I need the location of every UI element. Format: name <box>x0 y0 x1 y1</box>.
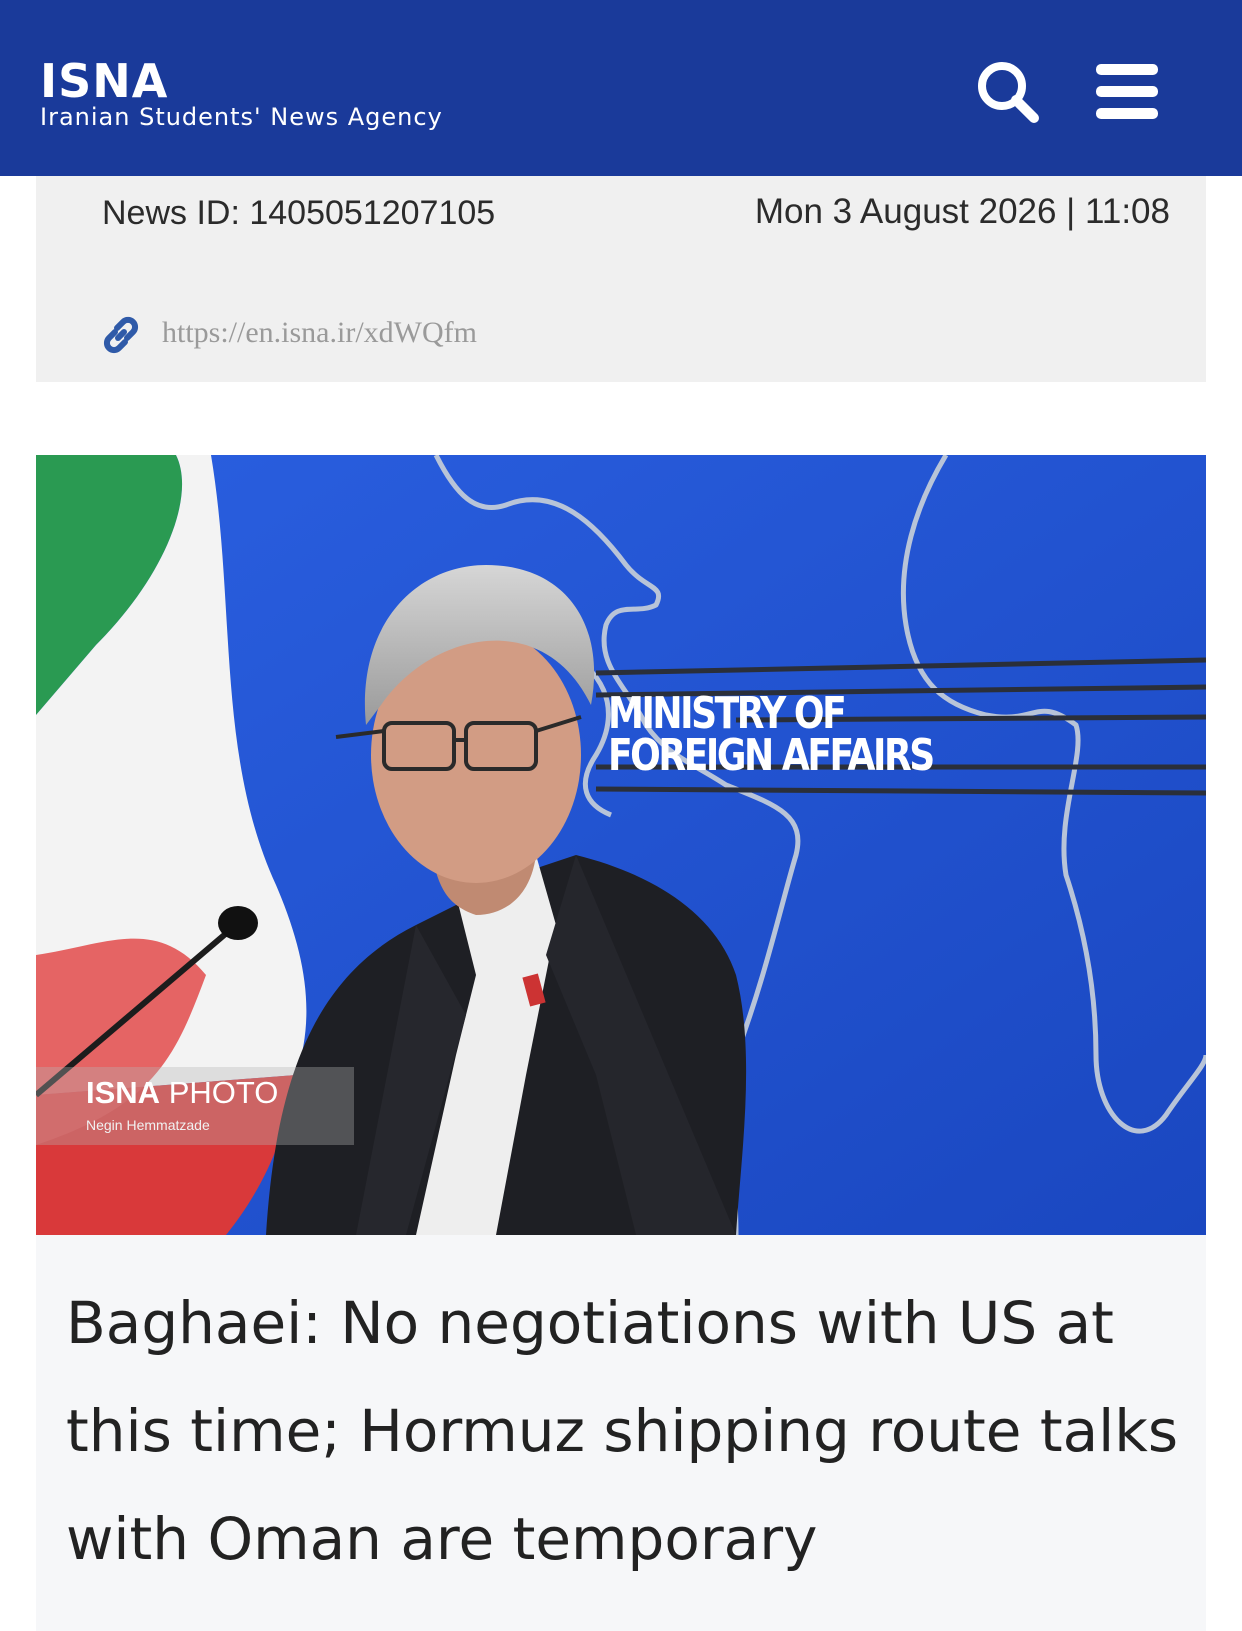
photo-credit-brand: ISNA PHOTO <box>86 1075 278 1111</box>
news-meta-panel: News ID: 1405051207105 Mon 3 August 2026… <box>36 176 1206 382</box>
ministry-sign: MINISTRY OF FOREIGN AFFAIRS <box>608 688 935 781</box>
hamburger-menu-icon <box>1096 64 1158 119</box>
search-icon <box>978 62 1039 123</box>
site-logo[interactable]: ISNA <box>40 56 168 106</box>
photo-credit-brand-bold: ISNA <box>86 1075 161 1110</box>
site-header: ISNA Iranian Students' News Agency <box>0 0 1242 176</box>
article-photo: MINISTRY OF FOREIGN AFFAIRS ISNA PHOTO N… <box>36 455 1206 1235</box>
photographer-name: Negin Hemmatzade <box>86 1117 210 1133</box>
photo-credit: ISNA PHOTO Negin Hemmatzade <box>36 1067 354 1145</box>
search-button[interactable] <box>972 56 1044 128</box>
menu-button[interactable] <box>1090 56 1166 128</box>
site-logo-subtitle: Iranian Students' News Agency <box>40 103 443 131</box>
short-link[interactable]: https://en.isna.ir/xdWQfm <box>162 316 477 350</box>
publish-date: Mon 3 August 2026 | 11:08 <box>754 192 1170 231</box>
news-id: News ID: 1405051207105 <box>102 194 496 232</box>
ministry-sign-line1: MINISTRY OF <box>608 688 847 739</box>
article-title: Baghaei: No negotiations with US at this… <box>66 1289 1179 1573</box>
photo-credit-brand-rest: PHOTO <box>160 1075 279 1110</box>
link-icon[interactable] <box>98 312 144 358</box>
article-title-panel: Baghaei: No negotiations with US at this… <box>36 1235 1206 1631</box>
ministry-sign-line2: FOREIGN AFFAIRS <box>608 730 935 781</box>
